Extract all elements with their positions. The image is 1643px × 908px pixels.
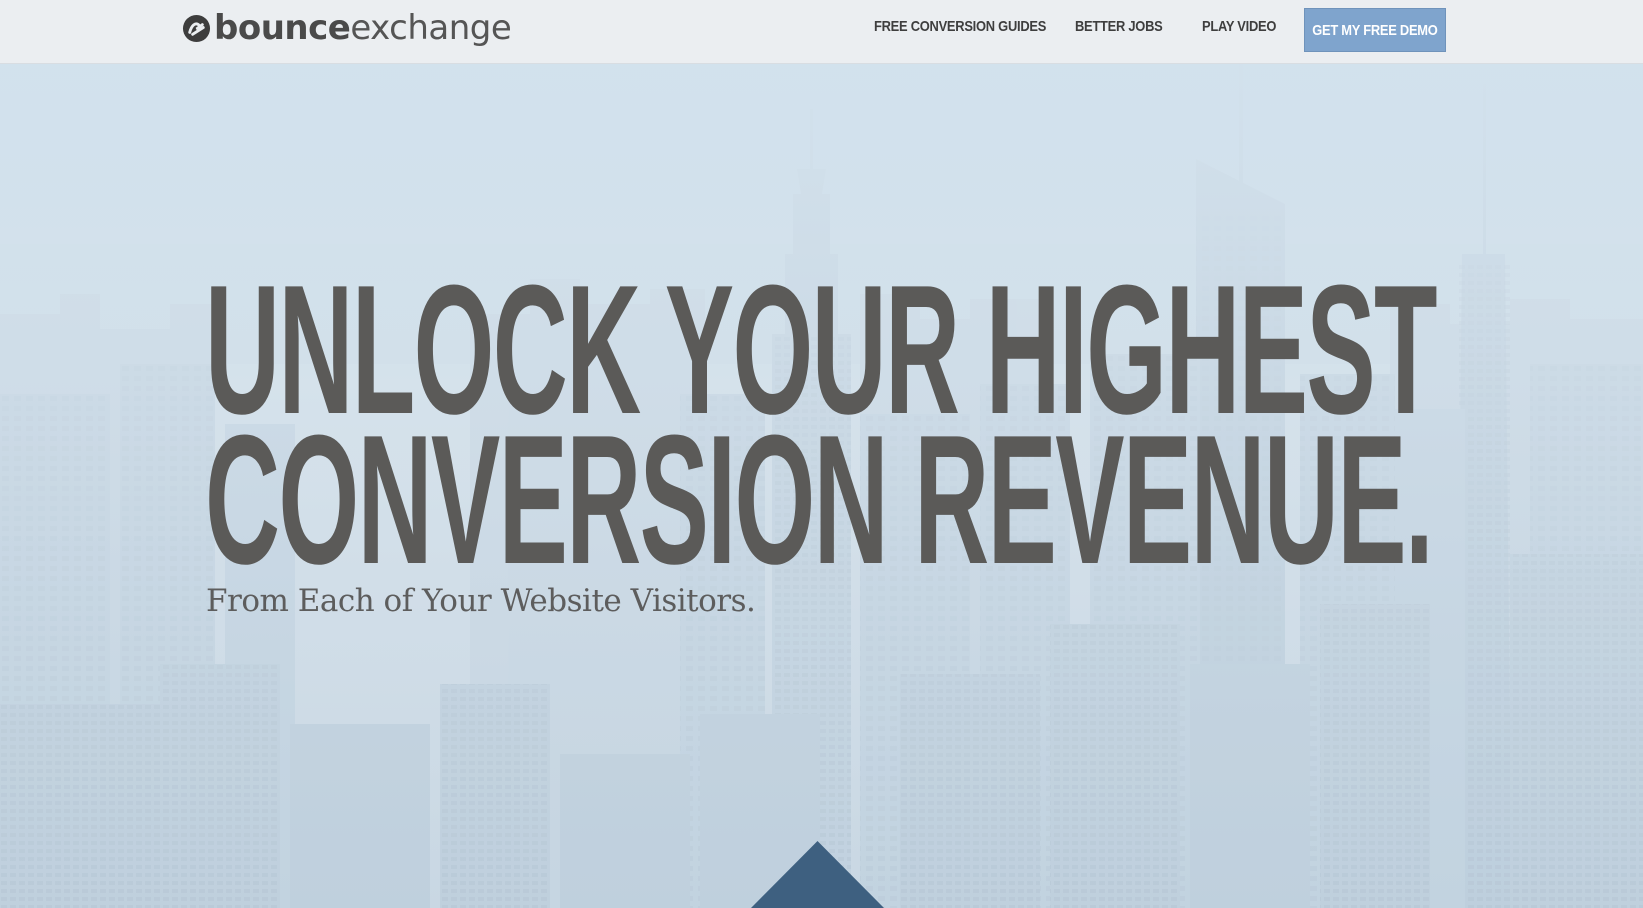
nav-link-play-video[interactable]: PLAY VIDEO	[1202, 18, 1276, 35]
nav-link-free-conversion-guides[interactable]: FREE CONVERSION GUIDES	[874, 18, 1046, 35]
hero-headline: UNLOCK YOUR HIGHEST CONVERSION REVENUE.	[205, 257, 1437, 602]
bounce-exchange-logo-icon	[182, 14, 211, 42]
get-free-demo-label: GET MY FREE DEMO	[1312, 21, 1438, 39]
hero-subheadline: From Each of Your Website Visitors.	[206, 583, 756, 619]
nav-link-better-jobs[interactable]: BETTER JOBS	[1075, 18, 1163, 35]
brand-logo[interactable]: bounceexchange	[182, 6, 512, 50]
site-header: bounceexchange FREE CONVERSION GUIDES BE…	[0, 0, 1643, 64]
get-free-demo-button[interactable]: GET MY FREE DEMO	[1304, 8, 1446, 52]
brand-name-light: exchange	[350, 8, 512, 48]
hero-headline-line-2: CONVERSION REVENUE.	[205, 396, 1434, 602]
brand-name: bounceexchange	[214, 8, 512, 48]
brand-name-bold: bounce	[214, 8, 351, 48]
hero-section: UNLOCK YOUR HIGHEST CONVERSION REVENUE. …	[0, 64, 1643, 908]
triangle-up-icon[interactable]	[750, 841, 885, 908]
